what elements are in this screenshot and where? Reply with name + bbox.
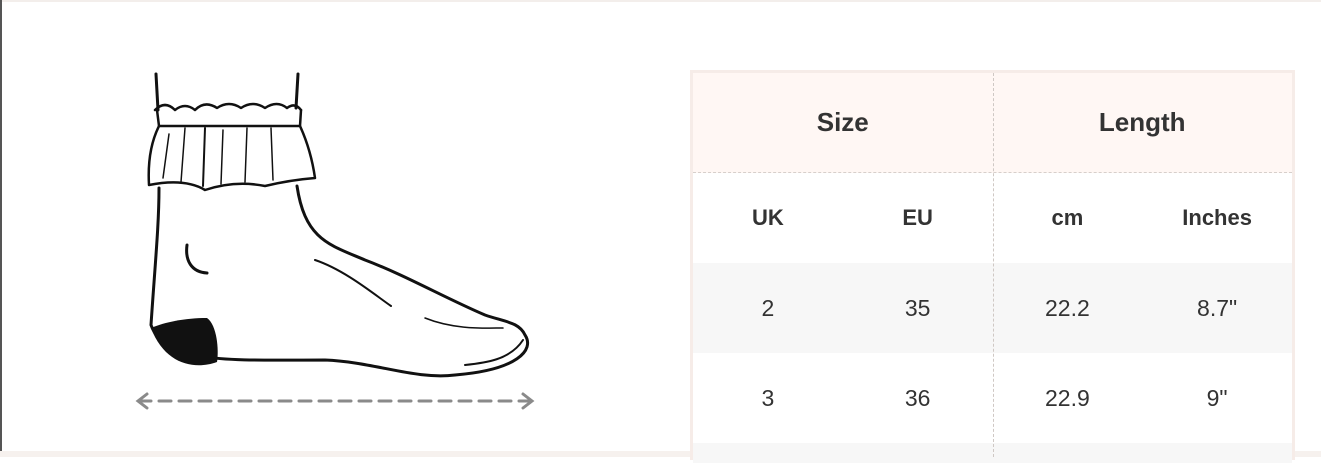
eu-cell: 35	[904, 294, 931, 321]
eu-column-header: EU	[902, 205, 933, 230]
column-divider	[993, 73, 994, 457]
inches-cell: 8.7"	[1197, 294, 1238, 321]
uk-cell: 3	[761, 384, 775, 411]
cm-column-header: cm	[1051, 205, 1084, 230]
length-arrow-icon	[135, 392, 535, 410]
sock-illustration	[135, 72, 535, 410]
inches-cell: 9"	[1206, 384, 1228, 411]
uk-column-header: UK	[751, 205, 784, 230]
eu-cell: 36	[904, 384, 931, 411]
size-chart-table: Size Length UK EU cm Inches 2 35 22.2 8.…	[690, 70, 1295, 463]
size-header: Size	[816, 107, 869, 137]
page-top-border	[0, 0, 1321, 2]
uk-cell: 2	[761, 294, 775, 321]
inches-column-header: Inches	[1182, 205, 1252, 230]
cm-cell: 22.2	[1044, 294, 1090, 321]
cm-cell: 22.9	[1044, 384, 1090, 411]
length-header: Length	[1098, 107, 1186, 137]
page-left-border	[0, 0, 2, 457]
